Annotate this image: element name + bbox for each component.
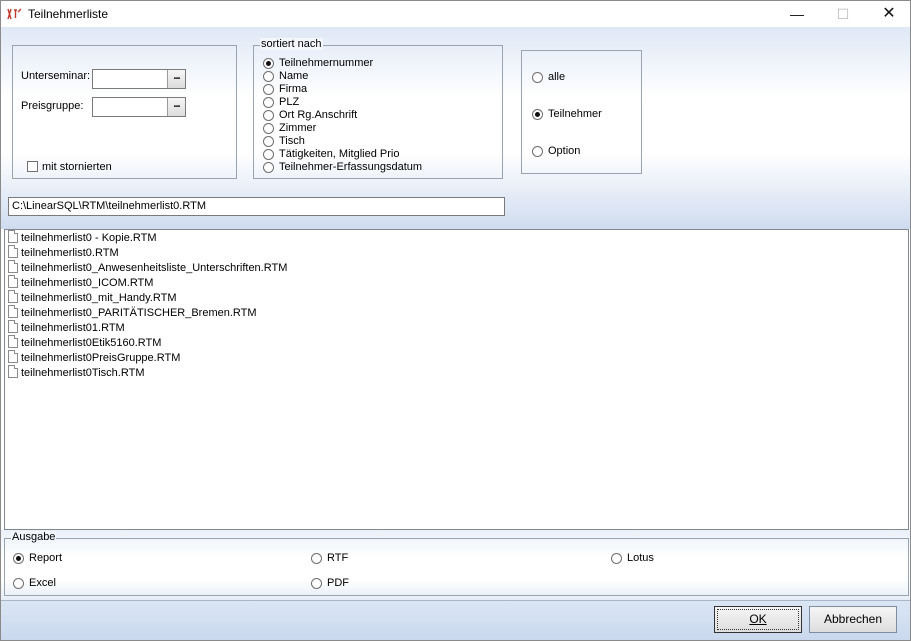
list-item[interactable]: teilnehmerlist01.RTM (8, 320, 125, 335)
scope-option-label[interactable]: Option (548, 145, 580, 157)
sort-tisch-label[interactable]: Tisch (279, 135, 305, 147)
file-icon (8, 320, 18, 333)
sort-tatigkeiten-mitglied-prio-radio[interactable] (263, 149, 274, 160)
sort-name-label[interactable]: Name (279, 70, 308, 82)
teilnehmerliste-window: Teilnehmerliste — ☐ ✕ Unterseminar: ... … (0, 0, 911, 641)
filter-area: Unterseminar: ... Preisgruppe: ... mit s… (1, 27, 910, 229)
sort-ort-rg-anschrift-label[interactable]: Ort Rg.Anschrift (279, 109, 357, 121)
file-name: teilnehmerlist0_ICOM.RTM (21, 277, 154, 289)
sort-group: sortiert nach Teilnehmernummer Name Firma P… (253, 38, 503, 179)
file-icon (8, 305, 18, 318)
sort-firma-label[interactable]: Firma (279, 83, 307, 95)
scope-option-radio[interactable] (532, 146, 543, 157)
preisgruppe-input[interactable]: ... (92, 97, 186, 117)
ok-button-label: OK (749, 612, 767, 626)
mit-stornierten-label: mit stornierten (42, 161, 112, 173)
app-icon (7, 8, 22, 20)
list-item[interactable]: teilnehmerlist0_ICOM.RTM (8, 275, 153, 290)
minimize-button[interactable]: — (774, 1, 820, 27)
file-name: teilnehmerlist0 - Kopie.RTM (21, 232, 157, 244)
file-list[interactable]: teilnehmerlist0 - Kopie.RTM teilnehmerlis… (4, 229, 909, 530)
output-pdf-label[interactable]: PDF (327, 577, 349, 589)
unterseminar-label: Unterseminar: (21, 70, 91, 82)
list-item[interactable]: teilnehmerlist0.RTM (8, 245, 119, 260)
file-icon (8, 260, 18, 273)
output-lotus-radio[interactable] (611, 553, 622, 564)
unterseminar-input[interactable]: ... (92, 69, 186, 89)
list-item[interactable]: teilnehmerlist0 - Kopie.RTM (8, 230, 157, 245)
list-item[interactable]: teilnehmerlist0_mit_Handy.RTM (8, 290, 176, 305)
sort-plz-label[interactable]: PLZ (279, 96, 299, 108)
file-name: teilnehmerlist01.RTM (21, 322, 125, 334)
sort-zimmer-label[interactable]: Zimmer (279, 122, 316, 134)
title-bar[interactable]: Teilnehmerliste — ☐ ✕ (1, 1, 910, 27)
output-group-legend: Ausgabe (11, 531, 57, 543)
button-bar: OK Abbrechen (1, 601, 910, 640)
sort-name-radio[interactable] (263, 71, 274, 82)
list-item[interactable]: teilnehmerlist0PreisGruppe.RTM (8, 350, 180, 365)
mit-stornierten-checkbox[interactable] (27, 161, 38, 172)
sort-teilnehmernummer-label[interactable]: Teilnehmernummer (279, 57, 373, 69)
path-value: C:\LinearSQL\RTM\teilnehmerlist0.RTM (12, 200, 206, 212)
file-icon (8, 245, 18, 258)
file-icon (8, 365, 18, 378)
sort-tisch-radio[interactable] (263, 136, 274, 147)
path-input[interactable]: C:\LinearSQL\RTM\teilnehmerlist0.RTM (8, 197, 505, 216)
sort-teilnehmernummer-radio[interactable] (263, 58, 274, 69)
scope-teilnehmer-radio[interactable] (532, 109, 543, 120)
scope-alle-label[interactable]: alle (548, 71, 565, 83)
sort-ort-rg-anschrift-radio[interactable] (263, 110, 274, 121)
unterseminar-browse-button[interactable]: ... (167, 70, 185, 88)
list-item[interactable]: teilnehmerlist0_PARITÄTISCHER_Bremen.RTM (8, 305, 257, 320)
file-icon (8, 335, 18, 348)
list-item[interactable]: teilnehmerlist0Tisch.RTM (8, 365, 144, 380)
list-item[interactable]: teilnehmerlist0Etik5160.RTM (8, 335, 161, 350)
abbrechen-button[interactable]: Abbrechen (809, 606, 897, 633)
maximize-button[interactable]: ☐ (820, 1, 866, 27)
sort-teilnehmer-erfassungsdatum-label[interactable]: Teilnehmer-Erfassungsdatum (279, 161, 422, 173)
output-pdf-radio[interactable] (311, 578, 322, 589)
output-excel-label[interactable]: Excel (29, 577, 56, 589)
scope-alle-radio[interactable] (532, 72, 543, 83)
preisgruppe-label: Preisgruppe: (21, 100, 84, 112)
window-title: Teilnehmerliste (28, 7, 109, 21)
file-name: teilnehmerlist0_Anwesenheitsliste_Unters… (21, 262, 288, 274)
file-icon (8, 230, 18, 243)
output-excel-radio[interactable] (13, 578, 24, 589)
output-report-radio[interactable] (13, 553, 24, 564)
sort-group-legend: sortiert nach (260, 38, 323, 50)
output-rtf-radio[interactable] (311, 553, 322, 564)
output-area: Ausgabe Report RTF Lotus Excel PDF (1, 530, 910, 600)
scope-teilnehmer-label[interactable]: Teilnehmer (548, 108, 602, 120)
sort-teilnehmer-erfassungsdatum-radio[interactable] (263, 162, 274, 173)
output-lotus-label[interactable]: Lotus (627, 552, 654, 564)
sort-zimmer-radio[interactable] (263, 123, 274, 134)
output-group: Ausgabe Report RTF Lotus Excel PDF (4, 531, 909, 596)
file-name: teilnehmerlist0Tisch.RTM (21, 367, 145, 379)
sort-firma-radio[interactable] (263, 84, 274, 95)
file-icon (8, 275, 18, 288)
file-name: teilnehmerlist0Etik5160.RTM (21, 337, 162, 349)
preisgruppe-browse-button[interactable]: ... (167, 98, 185, 116)
close-button[interactable]: ✕ (866, 1, 910, 27)
filter-panel: Unterseminar: ... Preisgruppe: ... mit s… (12, 45, 237, 179)
list-item[interactable]: teilnehmerlist0_Anwesenheitsliste_Unters… (8, 260, 287, 275)
output-rtf-label[interactable]: RTF (327, 552, 348, 564)
file-name: teilnehmerlist0.RTM (21, 247, 119, 259)
ok-button[interactable]: OK (714, 606, 802, 633)
sort-tatigkeiten-mitglied-prio-label[interactable]: Tätigkeiten, Mitglied Prio (279, 148, 399, 160)
output-report-label[interactable]: Report (29, 552, 62, 564)
file-icon (8, 290, 18, 303)
file-name: teilnehmerlist0_mit_Handy.RTM (21, 292, 177, 304)
file-name: teilnehmerlist0_PARITÄTISCHER_Bremen.RTM (21, 307, 257, 319)
sort-plz-radio[interactable] (263, 97, 274, 108)
scope-group: alle Teilnehmer Option (521, 50, 642, 174)
file-name: teilnehmerlist0PreisGruppe.RTM (21, 352, 181, 364)
file-icon (8, 350, 18, 363)
